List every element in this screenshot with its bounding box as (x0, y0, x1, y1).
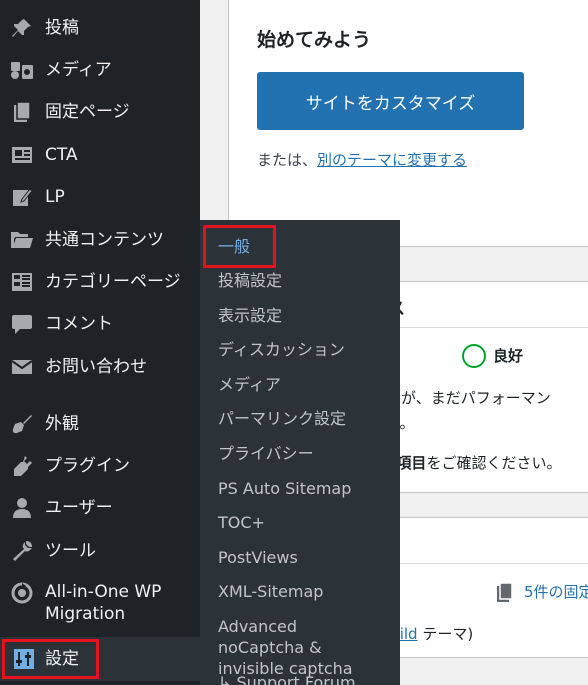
sidebar-item-contact[interactable]: お問い合わせ (0, 355, 200, 379)
customize-site-button[interactable]: サイトをカスタマイズ (257, 72, 524, 130)
sidebar-item-label: ユーザー (45, 498, 113, 518)
category-page-icon (10, 270, 34, 294)
brush-icon (10, 412, 34, 436)
submenu-item-toc-plus[interactable]: TOC+ (218, 512, 265, 533)
at-a-glance-widget: 5件の固定 r child テーマ) (370, 517, 588, 658)
sidebar-item-lp[interactable]: LP (0, 185, 200, 209)
submenu-item-nocaptcha[interactable]: Advanced noCaptcha & invisible captcha (218, 616, 388, 679)
health-good-circle-icon (462, 344, 486, 368)
sidebar-item-migration[interactable]: All-in-One WP Migration (0, 581, 200, 627)
health-items-rest: をご確認ください。 (426, 454, 562, 472)
sidebar-item-media[interactable]: メディア (0, 58, 200, 82)
welcome-panel: 始めてみよう サイトをカスタマイズ または、別のテーマに変更する (228, 0, 588, 247)
comment-icon (10, 312, 34, 336)
sidebar-item-comments[interactable]: コメント (0, 312, 200, 336)
folder-icon (10, 228, 34, 252)
submenu-item-support-forum[interactable]: ↳ Support Forum (218, 672, 356, 685)
pages-icon (10, 100, 34, 124)
general-highlight-box (203, 225, 276, 268)
pin-icon (10, 16, 34, 40)
sidebar-item-plugins[interactable]: プラグイン (0, 454, 200, 478)
sidebar-item-common-content[interactable]: 共通コンテンツ (0, 228, 200, 252)
sidebar-item-category-page[interactable]: カテゴリーページ (0, 270, 200, 294)
migration-icon (10, 581, 34, 605)
submenu-item-postviews[interactable]: PostViews (218, 547, 298, 568)
media-icon (10, 58, 34, 82)
sidebar-item-posts[interactable]: 投稿 (0, 16, 200, 40)
sidebar-item-label: 共通コンテンツ (45, 230, 164, 250)
change-theme-line: または、別のテーマに変更する (257, 149, 467, 170)
submenu-item-discussion[interactable]: ディスカッション (218, 339, 345, 360)
sidebar-item-appearance[interactable]: 外観 (0, 412, 200, 436)
health-status-label: 良好 (493, 347, 524, 365)
admin-sidebar: 投稿 メディア 固定ページ CTA LP 共通コンテンツ カテゴリーページ コメ… (0, 0, 200, 685)
sidebar-item-label: コメント (45, 314, 113, 334)
welcome-title: 始めてみよう (257, 29, 372, 51)
sidebar-item-label: お問い合わせ (45, 357, 147, 377)
submenu-pointer (191, 650, 200, 668)
submenu-item-permalinks[interactable]: パーマリンク設定 (218, 408, 346, 429)
divider (371, 327, 588, 328)
sidebar-item-label: ツール (45, 541, 96, 561)
submenu-item-privacy[interactable]: プライバシー (218, 443, 314, 464)
lp-icon (10, 185, 34, 209)
settings-highlight-box (2, 639, 99, 679)
sidebar-item-label: 外観 (45, 414, 79, 434)
sidebar-item-label: 投稿 (45, 18, 79, 38)
sidebar-item-cta[interactable]: CTA (0, 143, 200, 167)
submenu-item-reading[interactable]: 表示設定 (218, 305, 282, 326)
sidebar-item-label: LP (45, 187, 65, 207)
sidebar-item-pages[interactable]: 固定ページ (0, 100, 200, 124)
sidebar-item-label: CTA (45, 145, 78, 165)
pages-count-link[interactable]: 5件の固定 (524, 581, 588, 602)
sidebar-item-tools[interactable]: ツール (0, 539, 200, 563)
sidebar-item-users[interactable]: ユーザー (0, 496, 200, 520)
submenu-item-ps-auto-sitemap[interactable]: PS Auto Sitemap (218, 478, 351, 499)
theme-suffix: テーマ) (417, 625, 474, 643)
change-theme-prefix: または、 (257, 151, 318, 169)
wrench-icon (10, 539, 34, 563)
sidebar-item-label: 固定ページ (45, 102, 130, 122)
settings-submenu: 一般 投稿設定 表示設定 ディスカッション メディア パーマリンク設定 プライバ… (200, 220, 400, 685)
mail-icon (10, 355, 34, 379)
change-theme-link[interactable]: 別のテーマに変更する (317, 151, 467, 169)
sidebar-item-label: カテゴリーページ (45, 272, 181, 292)
user-icon (10, 496, 34, 520)
sidebar-item-label: メディア (45, 60, 112, 80)
divider (371, 563, 588, 564)
submenu-item-media[interactable]: メディア (218, 374, 281, 395)
submenu-item-writing[interactable]: 投稿設定 (218, 270, 282, 291)
plugin-icon (10, 454, 34, 478)
sidebar-item-label: All-in-One WP Migration (45, 582, 162, 624)
cta-icon (10, 143, 34, 167)
pages-count-icon (495, 582, 515, 604)
sidebar-item-label: プラグイン (45, 456, 130, 476)
site-health-widget: タス 良好 ですが、まだパフォーマン ます。 の1項目をご確認ください。 (370, 281, 588, 493)
submenu-item-xml-sitemap[interactable]: XML-Sitemap (218, 581, 323, 602)
